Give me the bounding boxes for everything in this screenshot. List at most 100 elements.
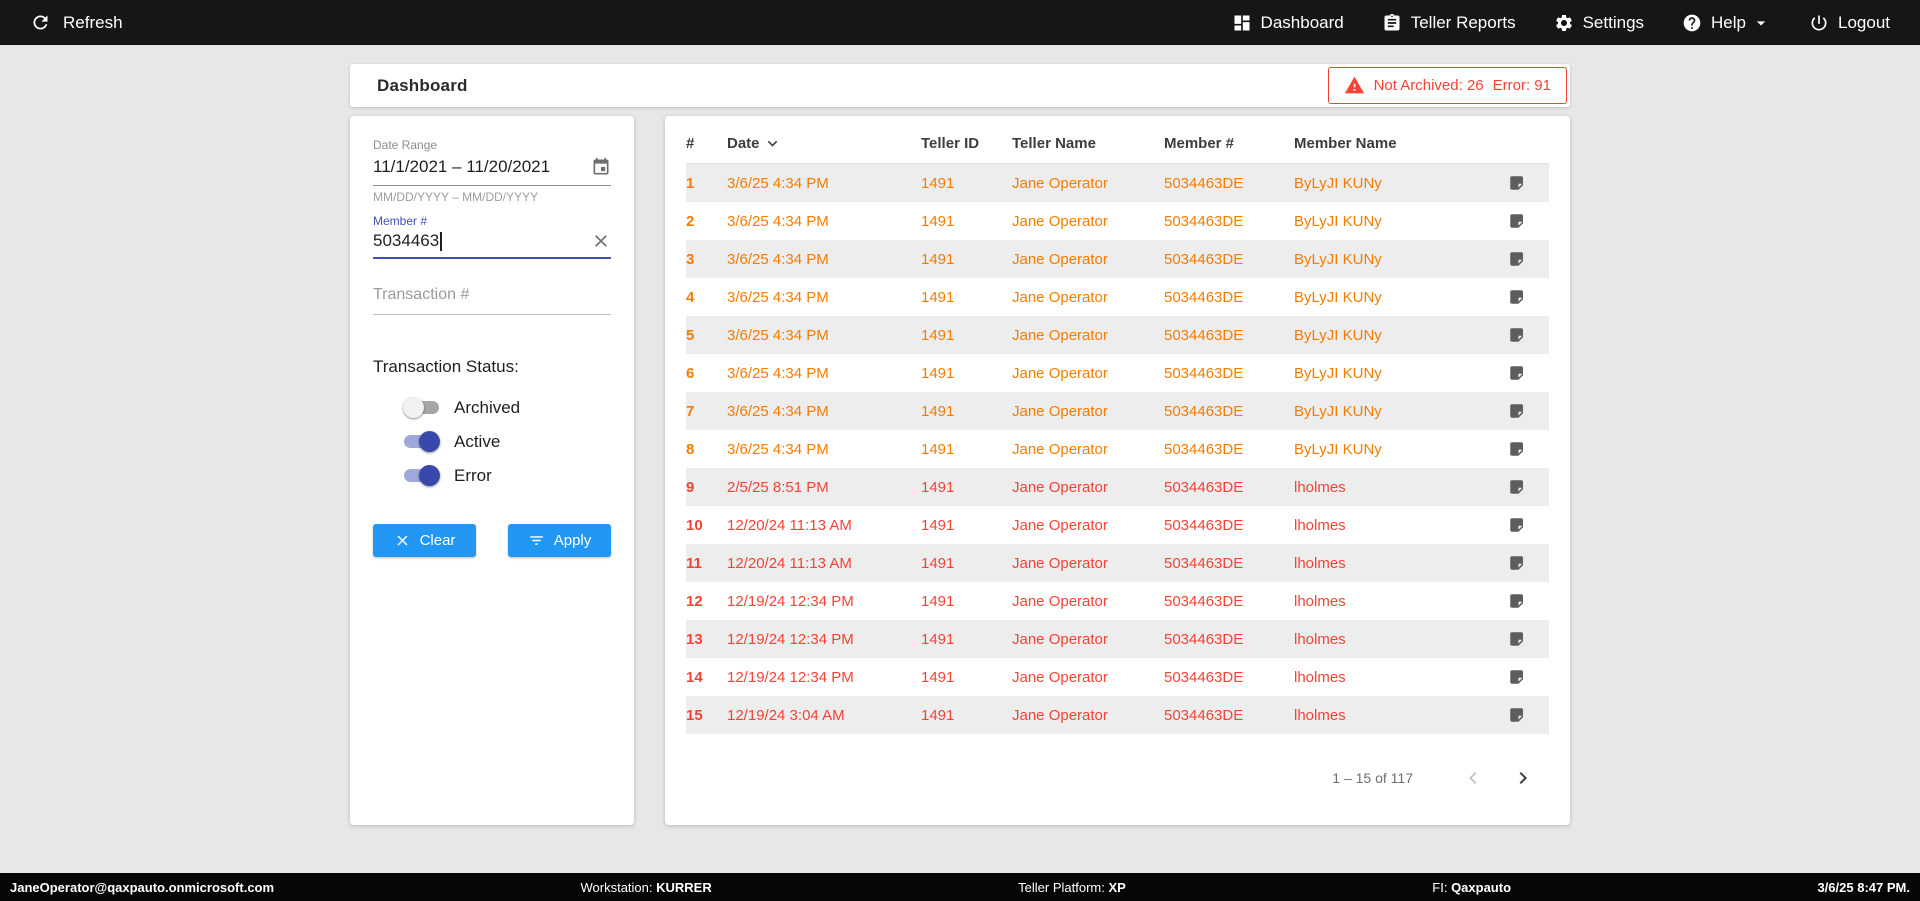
table-row[interactable]: 11 12/20/24 11:13 AM 1491 Jane Operator 5034… [686, 544, 1549, 582]
cell-teller-name: Jane Operator [1012, 326, 1108, 344]
main-content: Dashboard Not Archived: 26 Error: 91 Dat… [0, 45, 1920, 873]
cell-teller-name: Jane Operator [1012, 440, 1108, 458]
cell-member-num: 5034463DE [1164, 516, 1244, 534]
pagination: 1 – 15 of 117 [686, 758, 1549, 798]
nav-label: Teller Reports [1410, 12, 1516, 32]
table-row[interactable]: 4 3/6/25 4:34 PM 1491 Jane Operator 5034463D… [686, 278, 1549, 316]
nav-settings[interactable]: Settings [1554, 13, 1644, 33]
col-member-num[interactable]: Member # [1164, 135, 1294, 152]
toggle-label: Archived [454, 397, 521, 417]
footer-workstation: Workstation: KURRER [580, 879, 712, 895]
cell-teller-id: 1491 [921, 402, 955, 420]
table-row[interactable]: 2 3/6/25 4:34 PM 1491 Jane Operator 5034463D… [686, 202, 1549, 240]
col-member-name[interactable]: Member Name [1294, 135, 1485, 152]
table-row[interactable]: 1 3/6/25 4:34 PM 1491 Jane Operator 5034463D… [686, 164, 1549, 202]
col-num[interactable]: # [686, 135, 727, 152]
note-icon[interactable] [1508, 668, 1526, 686]
date-range-label: Date Range [373, 138, 438, 152]
note-icon[interactable] [1508, 288, 1526, 306]
nav-dashboard[interactable]: Dashboard [1232, 13, 1344, 33]
clipboard-icon [1382, 13, 1402, 33]
table-row[interactable]: 7 3/6/25 4:34 PM 1491 Jane Operator 5034463D… [686, 392, 1549, 430]
row-number: 2 [686, 212, 695, 230]
table-row[interactable]: 13 12/19/24 12:34 PM 1491 Jane Operator 5034… [686, 620, 1549, 658]
transaction-status-label: Transaction Status: [373, 357, 519, 377]
cell-member-name: ByLyJI KUNy [1294, 402, 1382, 420]
calendar-icon[interactable] [591, 157, 611, 177]
date-format-hint: MM/DD/YYYY – MM/DD/YYYY [373, 190, 539, 204]
cell-member-name: ByLyJI KUNy [1294, 174, 1382, 192]
table-row[interactable]: 15 12/19/24 3:04 AM 1491 Jane Operator 50344… [686, 696, 1549, 734]
apply-button-label: Apply [553, 532, 592, 550]
cell-teller-name: Jane Operator [1012, 668, 1108, 686]
footer-platform: Teller Platform: XP [1018, 879, 1126, 895]
table-row[interactable]: 9 2/5/25 8:51 PM 1491 Jane Operator 5034463D… [686, 468, 1549, 506]
cell-date: 3/6/25 4:34 PM [727, 364, 829, 382]
clear-member-icon[interactable] [591, 231, 611, 251]
toggle-error[interactable] [403, 465, 440, 487]
nav-logout[interactable]: Logout [1809, 13, 1890, 33]
cell-teller-id: 1491 [921, 250, 955, 268]
row-number: 5 [686, 326, 695, 344]
cell-date: 3/6/25 4:34 PM [727, 174, 829, 192]
col-teller-name[interactable]: Teller Name [1012, 135, 1164, 152]
table-row[interactable]: 14 12/19/24 12:34 PM 1491 Jane Operator 5034… [686, 658, 1549, 696]
member-input[interactable]: 5034463 [373, 231, 611, 260]
note-icon[interactable] [1508, 250, 1526, 268]
nav-help[interactable]: Help [1682, 13, 1771, 33]
warning-icon [1344, 75, 1365, 96]
note-icon[interactable] [1508, 364, 1526, 382]
col-teller-id[interactable]: Teller ID [921, 135, 1012, 152]
row-number: 8 [686, 440, 695, 458]
toggle-archived[interactable] [403, 397, 440, 419]
note-icon[interactable] [1508, 516, 1526, 534]
help-icon [1682, 13, 1702, 33]
sort-desc-icon [763, 134, 782, 153]
apply-button[interactable]: Apply [508, 524, 611, 558]
note-icon[interactable] [1508, 706, 1526, 724]
gear-icon [1554, 13, 1574, 33]
cell-member-name: lholmes [1294, 592, 1346, 610]
cell-date: 12/20/24 11:13 AM [727, 516, 852, 534]
note-icon[interactable] [1508, 554, 1526, 572]
date-range-input[interactable]: 11/1/2021 – 11/20/2021 [373, 157, 611, 186]
table-row[interactable]: 8 3/6/25 4:34 PM 1491 Jane Operator 5034463D… [686, 430, 1549, 468]
cell-teller-name: Jane Operator [1012, 516, 1108, 534]
cell-teller-name: Jane Operator [1012, 250, 1108, 268]
cell-member-name: ByLyJI KUNy [1294, 288, 1382, 306]
col-date[interactable]: Date [727, 134, 921, 153]
table-row[interactable]: 3 3/6/25 4:34 PM 1491 Jane Operator 5034463D… [686, 240, 1549, 278]
note-icon[interactable] [1508, 440, 1526, 458]
note-icon[interactable] [1508, 174, 1526, 192]
chevron-right-icon[interactable] [1503, 758, 1543, 798]
cell-teller-id: 1491 [921, 516, 955, 534]
toggle-active[interactable] [403, 431, 440, 453]
table-row[interactable]: 5 3/6/25 4:34 PM 1491 Jane Operator 5034463D… [686, 316, 1549, 354]
note-icon[interactable] [1508, 402, 1526, 420]
chevron-left-icon[interactable] [1453, 758, 1493, 798]
member-value: 5034463 [373, 231, 443, 252]
row-number: 3 [686, 250, 695, 268]
cell-member-num: 5034463DE [1164, 554, 1244, 572]
cell-date: 12/20/24 11:13 AM [727, 554, 852, 572]
row-number: 7 [686, 402, 695, 420]
cell-member-name: lholmes [1294, 706, 1346, 724]
note-icon[interactable] [1508, 212, 1526, 230]
note-icon[interactable] [1508, 592, 1526, 610]
note-icon[interactable] [1508, 478, 1526, 496]
table-row[interactable]: 12 12/19/24 12:34 PM 1491 Jane Operator 5034… [686, 582, 1549, 620]
table-row[interactable]: 10 12/20/24 11:13 AM 1491 Jane Operator 5034… [686, 506, 1549, 544]
clear-button[interactable]: Clear [373, 524, 476, 558]
table-row[interactable]: 6 3/6/25 4:34 PM 1491 Jane Operator 5034463D… [686, 354, 1549, 392]
nav-teller-reports[interactable]: Teller Reports [1382, 13, 1516, 33]
transaction-input[interactable] [373, 286, 611, 313]
row-number: 12 [686, 592, 703, 610]
row-number: 11 [686, 554, 702, 572]
cell-date: 3/6/25 4:34 PM [727, 402, 829, 420]
note-icon[interactable] [1508, 630, 1526, 648]
cell-date: 12/19/24 12:34 PM [727, 592, 854, 610]
note-icon[interactable] [1508, 326, 1526, 344]
refresh-button[interactable]: Refresh [30, 12, 123, 33]
cell-date: 3/6/25 4:34 PM [727, 212, 829, 230]
cell-teller-id: 1491 [921, 592, 955, 610]
